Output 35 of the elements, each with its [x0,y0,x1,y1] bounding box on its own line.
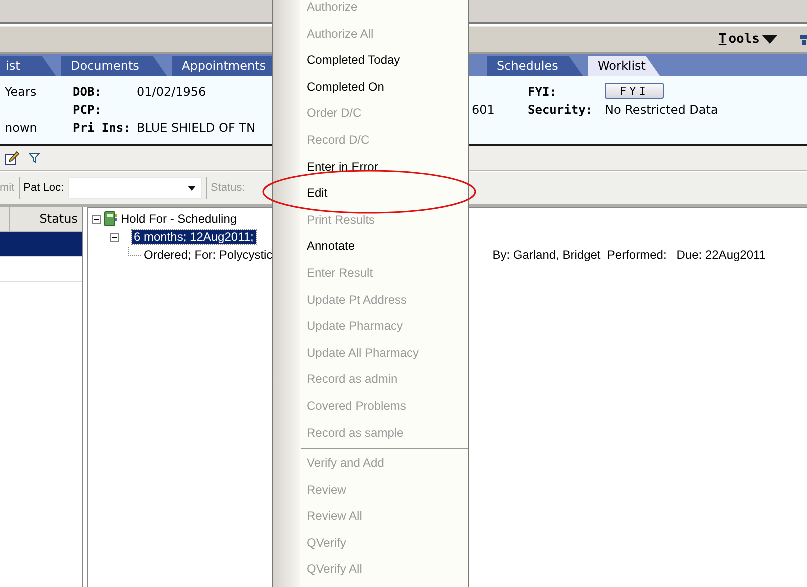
tab[interactable]: Worklist [588,56,660,76]
fyi-button[interactable]: FYI [605,83,664,99]
patient-age: Years [5,84,38,101]
filter-label: Status: [211,182,246,194]
collapse-toggle-icon[interactable] [92,214,101,224]
caret-icon [762,35,778,44]
tab[interactable]: ist [0,56,56,76]
field-value: BLUE SHIELD OF TN [137,120,256,137]
tab[interactable]: Documents [61,56,167,76]
tree-item[interactable]: Ordered; For: Polycystic [144,248,273,262]
filter-label: Pat Loc: [24,182,64,194]
patient-field-value: nown [5,120,38,137]
tree-item[interactable]: Hold For - Scheduling [121,212,238,226]
field-label: Security: [528,102,594,119]
filter-icon[interactable] [29,153,40,163]
menu-item[interactable]: Annotate [273,233,468,260]
collapse-toggle-icon[interactable] [110,232,119,242]
dropdown-arrow-icon [188,186,196,190]
patient-field-value: 601 [472,102,496,119]
filter-label: mit [0,182,15,194]
edit-icon[interactable] [5,151,19,165]
field-label: FYI: [528,84,558,101]
tree-item-detail: By: Garland, Bridget Performed: Due: 22Aug2011 [492,248,766,262]
field-label: DOB: [73,84,103,101]
tools-menu[interactable]: Tools [718,32,778,47]
tab[interactable]: Schedules [487,56,583,76]
field-value: 01/02/1956 [137,84,206,101]
menu-item[interactable]: Completed On [273,74,468,100]
tree-item[interactable]: 6 months; 12Aug2011; [132,230,256,244]
book-icon [104,211,118,227]
toolbar-icon[interactable] [800,34,807,46]
field-label: PCP: [73,102,103,119]
field-label: Pri Ins: [73,120,132,137]
field-value: No Restricted Data [605,102,718,119]
table-row[interactable] [0,232,82,257]
